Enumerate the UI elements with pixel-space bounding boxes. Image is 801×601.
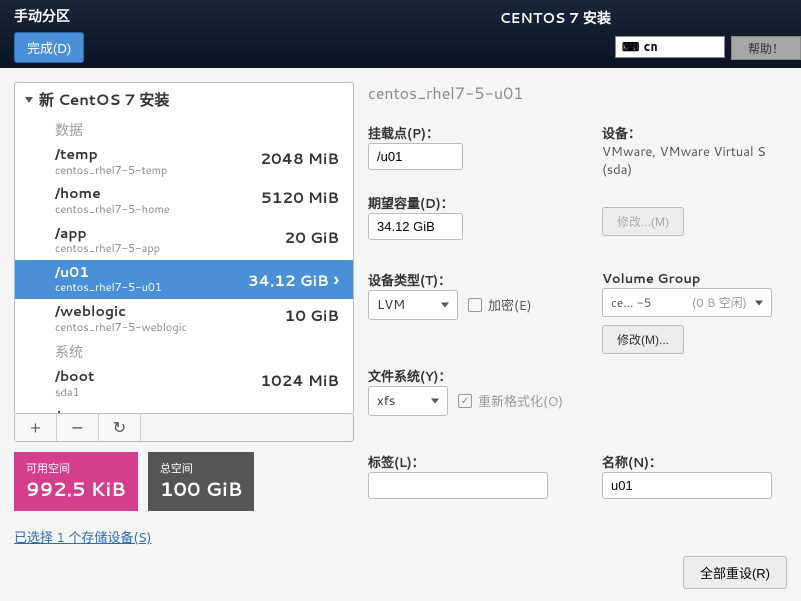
size-label: 10 GiB — [285, 303, 339, 326]
add-partition-button[interactable]: + — [15, 414, 57, 441]
help-button[interactable]: 帮助！ — [731, 36, 801, 60]
mount-label: / — [55, 408, 163, 415]
mount-label: /temp — [55, 146, 167, 164]
keyboard-layout: cn — [643, 40, 657, 54]
modify-vg-button[interactable]: 修改(M)... — [602, 325, 684, 354]
available-space-value: 992.5 KiB — [26, 476, 126, 503]
total-space-value: 100 GiB — [160, 476, 243, 503]
encrypt-label: 加密(E) — [488, 295, 532, 315]
available-space-label: 可用空间 — [26, 460, 126, 476]
remove-partition-button[interactable]: − — [57, 414, 99, 441]
chevron-down-icon — [25, 97, 33, 103]
partition-item-u01[interactable]: /u01centos_rhel7-5-u01 34.12 GiB — [15, 260, 353, 299]
device-label: centos_rhel7-5-temp — [55, 164, 167, 178]
device-header-label: 设备： — [602, 123, 787, 143]
device-text: VMware, VMware Virtual S (sda) — [602, 143, 787, 179]
size-label: 1024 MiB — [260, 368, 339, 391]
size-label: 2048 MiB — [260, 146, 339, 169]
partition-item-temp[interactable]: /tempcentos_rhel7-5-temp 2048 MiB — [15, 142, 353, 181]
encrypt-checkbox[interactable] — [468, 298, 482, 312]
installer-title: CENTOS 7 安装 — [499, 8, 611, 28]
desired-capacity-label: 期望容量(D)： — [368, 193, 578, 213]
volume-group-select[interactable]: ce... -5 (0 B 空闲) — [602, 288, 772, 317]
keyboard-icon: ⌨ — [622, 40, 639, 54]
desired-capacity-input[interactable] — [368, 213, 463, 240]
available-space-card: 可用空间 992.5 KiB — [14, 452, 138, 511]
partition-item-app[interactable]: /appcentos_rhel7-5-app 20 GiB — [15, 221, 353, 260]
reformat-label: 重新格式化(O) — [478, 391, 563, 411]
device-label: centos_rhel7-5-weblogic — [55, 321, 187, 335]
device-label: centos_rhel7-5-app — [55, 242, 160, 256]
total-space-card: 总空间 100 GiB — [148, 452, 255, 511]
size-label: 5120 MiB — [261, 185, 339, 208]
mount-label: /weblogic — [55, 303, 187, 321]
storage-devices-link[interactable]: 已选择 1 个存储设备(S) — [14, 527, 354, 547]
keyboard-indicator[interactable]: ⌨ cn — [615, 36, 725, 58]
done-button[interactable]: 完成(D) — [14, 32, 84, 63]
install-title: 新 CentOS 7 安装 — [39, 89, 169, 110]
section-system: 系统 — [15, 338, 353, 364]
size-label: 34.12 GiB — [248, 264, 339, 292]
name-input[interactable] — [602, 472, 772, 499]
volume-group-label: Volume Group — [602, 270, 787, 288]
reload-button[interactable]: ↻ — [99, 414, 141, 441]
size-label: 20 GiB — [285, 225, 339, 248]
partition-item-root[interactable]: /centos_rhel7-5-root 20 GiB — [15, 404, 353, 415]
partition-item-weblogic[interactable]: /weblogiccentos_rhel7-5-weblogic 10 GiB — [15, 299, 353, 338]
device-label: sda1 — [55, 386, 94, 400]
device-label: centos_rhel7-5-u01 — [55, 281, 162, 295]
total-space-label: 总空间 — [160, 460, 243, 476]
filesystem-select[interactable]: xfs — [368, 386, 448, 416]
label-label: 标签(L)： — [368, 452, 578, 472]
mount-point-label: 挂载点(P)： — [368, 123, 578, 143]
device-type-label: 设备类型(T)： — [368, 270, 578, 290]
plus-icon: + — [30, 416, 41, 439]
section-data: 数据 — [15, 116, 353, 142]
install-header[interactable]: 新 CentOS 7 安装 — [15, 83, 353, 116]
modify-device-button[interactable]: 修改...(M) — [602, 207, 684, 236]
vg-free: (0 B 空闲) — [692, 294, 747, 311]
device-type-select[interactable]: LVM — [368, 290, 458, 320]
minus-icon: − — [71, 416, 84, 439]
partition-item-home[interactable]: /homecentos_rhel7-5-home 5120 MiB — [15, 181, 353, 220]
reload-icon: ↻ — [113, 416, 126, 439]
reset-all-button[interactable]: 全部重设(R) — [683, 556, 787, 589]
reformat-checkbox[interactable]: ✓ — [458, 394, 472, 408]
partition-item-boot[interactable]: /bootsda1 1024 MiB — [15, 364, 353, 403]
size-label: 20 GiB — [285, 408, 339, 415]
vg-name: ce... -5 — [611, 294, 651, 311]
device-type-value: LVM — [377, 296, 405, 314]
detail-title: centos_rhel7-5-u01 — [368, 82, 787, 105]
name-label: 名称(N)： — [602, 452, 787, 472]
partition-list: 新 CentOS 7 安装 数据 /tempcentos_rhel7-5-tem… — [14, 82, 354, 414]
partition-toolbar: + − ↻ — [14, 414, 354, 442]
label-input[interactable] — [368, 472, 548, 499]
filesystem-label: 文件系统(Y)： — [368, 366, 578, 386]
filesystem-value: xfs — [377, 392, 395, 410]
page-title: 手动分区 — [14, 6, 787, 26]
mount-point-input[interactable] — [368, 143, 463, 170]
device-label: centos_rhel7-5-home — [55, 203, 170, 217]
